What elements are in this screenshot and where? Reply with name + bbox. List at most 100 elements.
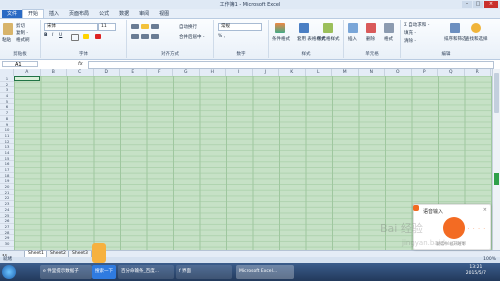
font-size-select[interactable]: 11	[98, 23, 116, 31]
watermark-logo: Bai 经验 jingyan.baidu.com	[380, 221, 467, 247]
tab-review[interactable]: 审阅	[134, 10, 154, 18]
vertical-scrollbar[interactable]	[492, 69, 500, 250]
group-styles: 条件格式 套用 表格格式 单元格样式 样式	[269, 20, 344, 58]
column-header[interactable]: R	[465, 69, 491, 76]
underline-button[interactable]: U	[59, 33, 62, 38]
sort-filter-icon[interactable]	[450, 23, 460, 33]
close-icon[interactable]: ×	[483, 207, 487, 213]
wrap-text-button[interactable]: 自动换行	[179, 24, 197, 30]
number-format-select[interactable]: 常规	[218, 23, 262, 31]
autosum-button[interactable]: Σ 自动求和 -	[404, 22, 429, 28]
format-cells-icon[interactable]	[384, 23, 394, 33]
column-header[interactable]: G	[173, 69, 200, 76]
cut-button[interactable]: 剪切	[16, 23, 25, 29]
column-header[interactable]: A	[14, 69, 41, 76]
system-clock[interactable]: 13:21 2015/5/7	[466, 265, 486, 277]
active-cell-a1[interactable]	[14, 76, 40, 81]
format-as-table-icon[interactable]	[299, 23, 309, 33]
insert-cells-button[interactable]: 插入	[348, 36, 357, 42]
border-icon[interactable]	[71, 34, 79, 41]
conditional-format-icon[interactable]	[275, 23, 285, 33]
taskbar-item-excel[interactable]: Microsoft Excel...	[236, 265, 294, 279]
tab-home[interactable]: 开始	[22, 9, 45, 18]
name-box[interactable]: A1	[2, 61, 38, 68]
column-header[interactable]: I	[226, 69, 253, 76]
group-clipboard: 粘贴 剪切 复制 - 格式刷 剪贴板	[0, 20, 41, 58]
align-center-icon[interactable]	[141, 34, 149, 39]
fx-icon[interactable]: fx	[78, 61, 83, 67]
delete-cells-icon[interactable]	[366, 23, 376, 33]
column-header[interactable]: L	[306, 69, 332, 76]
find-select-icon[interactable]	[471, 23, 481, 33]
column-header[interactable]: F	[147, 69, 173, 76]
close-button[interactable]: ×	[484, 1, 498, 8]
conditional-format-button[interactable]: 条件格式	[272, 36, 290, 42]
scroll-marker	[494, 173, 499, 185]
group-label-alignment: 对齐方式	[161, 52, 179, 57]
svg-text:Bai 经验: Bai 经验	[380, 221, 423, 235]
align-bottom-icon[interactable]	[151, 24, 159, 29]
paste-icon[interactable]	[3, 23, 13, 35]
find-select-button[interactable]: 查找和选择	[465, 36, 488, 42]
align-right-icon[interactable]	[151, 34, 159, 39]
tab-page-layout[interactable]: 页面布局	[64, 10, 94, 18]
percent-comma-buttons[interactable]: % ,	[218, 34, 225, 39]
insert-cells-icon[interactable]	[348, 23, 358, 33]
column-header[interactable]: N	[359, 69, 385, 76]
cell-styles-icon[interactable]	[323, 23, 333, 33]
tab-formulas[interactable]: 公式	[94, 10, 114, 18]
format-painter-button[interactable]: 格式刷	[16, 37, 30, 43]
column-header[interactable]: M	[332, 69, 359, 76]
align-middle-icon[interactable]	[141, 24, 149, 29]
column-header[interactable]: Q	[438, 69, 465, 76]
group-label-cells: 单元格	[365, 52, 379, 57]
taskbar-item-search[interactable]: 搜索一下	[92, 265, 116, 279]
sort-filter-button[interactable]: 排序和筛选	[444, 36, 467, 42]
group-label-editing: 编辑	[441, 52, 451, 57]
taskbar-item-app[interactable]: 百分命输条_百度...	[118, 265, 174, 279]
copy-button[interactable]: 复制 -	[16, 30, 28, 36]
format-cells-button[interactable]: 格式	[384, 36, 393, 42]
align-left-icon[interactable]	[131, 34, 139, 39]
column-header[interactable]: C	[67, 69, 94, 76]
fill-button[interactable]: 填充 -	[404, 30, 416, 36]
maximize-button[interactable]: □	[473, 1, 483, 8]
column-header[interactable]: D	[94, 69, 120, 76]
ribbon-tabs: 文件 开始 插入 页面布局 公式 数据 审阅 视图	[0, 9, 500, 19]
group-label-styles: 样式	[301, 52, 311, 57]
tab-data[interactable]: 数据	[114, 10, 134, 18]
group-label-number: 数字	[236, 52, 246, 57]
tab-file[interactable]: 文件	[2, 10, 23, 18]
merge-center-button[interactable]: 合并后居中 -	[179, 34, 205, 40]
column-header[interactable]: P	[412, 69, 438, 76]
voice-input-title: 语音输入	[423, 209, 444, 215]
bold-button[interactable]: B	[44, 33, 47, 38]
column-header[interactable]: E	[120, 69, 147, 76]
formula-input[interactable]	[88, 61, 494, 69]
column-header[interactable]: O	[385, 69, 412, 76]
font-color-icon[interactable]	[95, 34, 101, 39]
row-header[interactable]: 30	[0, 241, 14, 247]
window-title: 工作簿1 - Microsoft Excel	[219, 2, 281, 8]
select-all-corner[interactable]	[0, 69, 14, 76]
paste-label[interactable]: 粘贴	[2, 37, 11, 43]
minimize-button[interactable]: –	[462, 1, 472, 8]
scroll-thumb[interactable]	[494, 73, 499, 113]
svg-text:jingyan.baidu.com: jingyan.baidu.com	[401, 239, 467, 247]
italic-button[interactable]: I	[52, 33, 53, 38]
align-top-icon[interactable]	[131, 24, 139, 29]
font-name-select[interactable]: 宋体	[44, 23, 98, 31]
taskbar-item-browser[interactable]: e 件里提示数据子	[40, 265, 92, 279]
column-header[interactable]: H	[200, 69, 226, 76]
clear-button[interactable]: 清除 -	[404, 38, 416, 44]
start-button[interactable]	[2, 265, 16, 279]
column-header[interactable]: K	[279, 69, 306, 76]
column-header[interactable]: B	[41, 69, 67, 76]
column-header[interactable]: J	[253, 69, 279, 76]
tab-insert[interactable]: 插入	[44, 10, 64, 18]
taskbar-item-folder[interactable]: f 界面	[176, 265, 232, 279]
cell-styles-button[interactable]: 单元格样式	[317, 36, 340, 42]
fill-color-icon[interactable]	[83, 34, 89, 39]
tab-view[interactable]: 视图	[154, 10, 174, 18]
delete-cells-button[interactable]: 删除	[366, 36, 375, 42]
